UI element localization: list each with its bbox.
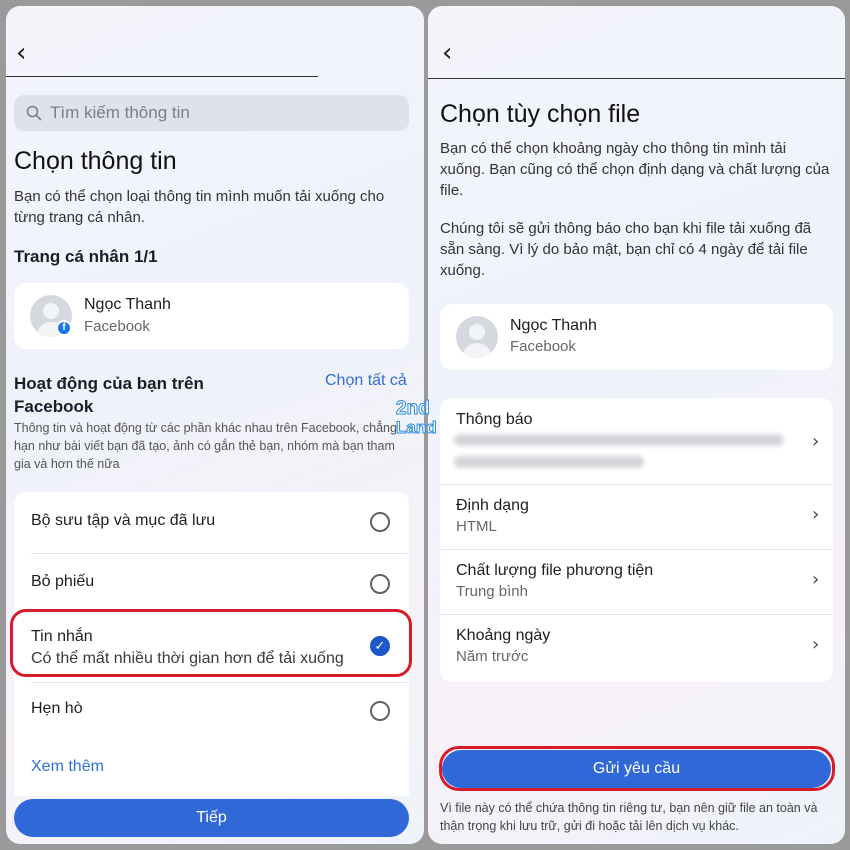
setting-date-range[interactable]: Khoảng ngày Năm trước › bbox=[440, 615, 833, 681]
profile-platform: Facebook bbox=[510, 338, 576, 355]
next-button[interactable]: Tiếp bbox=[14, 799, 409, 837]
setting-label: Khoảng ngày bbox=[456, 627, 551, 644]
chevron-right-icon: › bbox=[812, 504, 820, 525]
page-description: Bạn có thể chọn loại thông tin mình muốn… bbox=[14, 188, 385, 226]
settings-list: Thông báo › Định dạng HTML › Chất lượng … bbox=[440, 398, 833, 682]
activity-description: Thông tin và hoạt động từ các phần khác … bbox=[14, 421, 397, 471]
right-screen: ‹ Chọn tùy chọn file Bạn có thể chọn kho… bbox=[428, 6, 845, 844]
watermark-logo: 2nd Land bbox=[396, 398, 450, 438]
back-arrow-icon[interactable]: ‹ bbox=[16, 40, 26, 66]
search-placeholder: Tìm kiếm thông tin bbox=[50, 103, 190, 122]
option-collections[interactable]: Bộ sưu tập và mục đã lưu bbox=[14, 492, 410, 552]
back-arrow-icon[interactable]: ‹ bbox=[442, 40, 452, 66]
description-1: Bạn có thể chọn khoảng ngày cho thông ti… bbox=[440, 140, 830, 199]
see-more-link[interactable]: Xem thêm bbox=[31, 758, 104, 776]
profile-name: Ngọc Thanh bbox=[84, 296, 171, 313]
profile-card[interactable]: f Ngọc Thanh Facebook bbox=[14, 283, 409, 349]
chevron-right-icon: › bbox=[812, 569, 820, 590]
search-icon bbox=[26, 105, 42, 121]
setting-media-quality[interactable]: Chất lượng file phương tiện Trung bình › bbox=[440, 550, 833, 614]
setting-value: Trung bình bbox=[456, 583, 528, 600]
option-label: Hẹn hò bbox=[31, 700, 83, 717]
highlight-box bbox=[439, 746, 835, 791]
watermark-bottom-text: Land bbox=[396, 418, 438, 438]
option-polls[interactable]: Bỏ phiếu bbox=[14, 554, 410, 612]
option-dating[interactable]: Hẹn hò bbox=[14, 683, 410, 741]
left-screen: ‹ Tìm kiếm thông tin Chọn thông tin Bạn … bbox=[6, 6, 424, 844]
setting-notifications[interactable]: Thông báo › bbox=[440, 398, 833, 484]
profile-platform: Facebook bbox=[84, 318, 150, 335]
page-title: Chọn tùy chọn file bbox=[440, 100, 641, 128]
radio-button[interactable] bbox=[370, 574, 390, 594]
header-divider bbox=[6, 76, 318, 77]
radio-button[interactable] bbox=[370, 701, 390, 721]
activity-title: Hoạt động của bạn trên Facebook bbox=[14, 374, 204, 416]
radio-button[interactable] bbox=[370, 512, 390, 532]
setting-value: Năm trước bbox=[456, 648, 529, 665]
profile-section-title: Trang cá nhân 1/1 bbox=[14, 247, 158, 266]
footer-note: Vì file này có thể chứa thông tin riêng … bbox=[440, 801, 818, 833]
description-2: Chúng tôi sẽ gửi thông báo cho bạn khi f… bbox=[440, 220, 812, 279]
profile-card[interactable]: Ngọc Thanh Facebook bbox=[440, 304, 833, 370]
chevron-right-icon: › bbox=[812, 431, 820, 452]
setting-format[interactable]: Định dạng HTML › bbox=[440, 485, 833, 549]
facebook-badge-icon: f bbox=[56, 320, 72, 336]
option-label: Bộ sưu tập và mục đã lưu bbox=[31, 512, 216, 529]
setting-value: HTML bbox=[456, 518, 497, 535]
setting-label: Chất lượng file phương tiện bbox=[456, 562, 654, 579]
header-divider bbox=[428, 78, 845, 79]
select-all-link[interactable]: Chọn tất cả bbox=[325, 372, 407, 390]
chevron-right-icon: › bbox=[812, 634, 820, 655]
redacted-text bbox=[454, 434, 784, 446]
profile-name: Ngọc Thanh bbox=[510, 317, 597, 334]
highlight-box bbox=[10, 609, 412, 677]
setting-label: Định dạng bbox=[456, 497, 529, 514]
page-title: Chọn thông tin bbox=[14, 147, 177, 175]
watermark-top-text: 2nd bbox=[396, 398, 431, 420]
avatar bbox=[456, 316, 498, 358]
search-input[interactable]: Tìm kiếm thông tin bbox=[14, 95, 409, 131]
option-label: Bỏ phiếu bbox=[31, 573, 95, 590]
redacted-text bbox=[454, 456, 644, 468]
setting-label: Thông báo bbox=[456, 411, 533, 428]
